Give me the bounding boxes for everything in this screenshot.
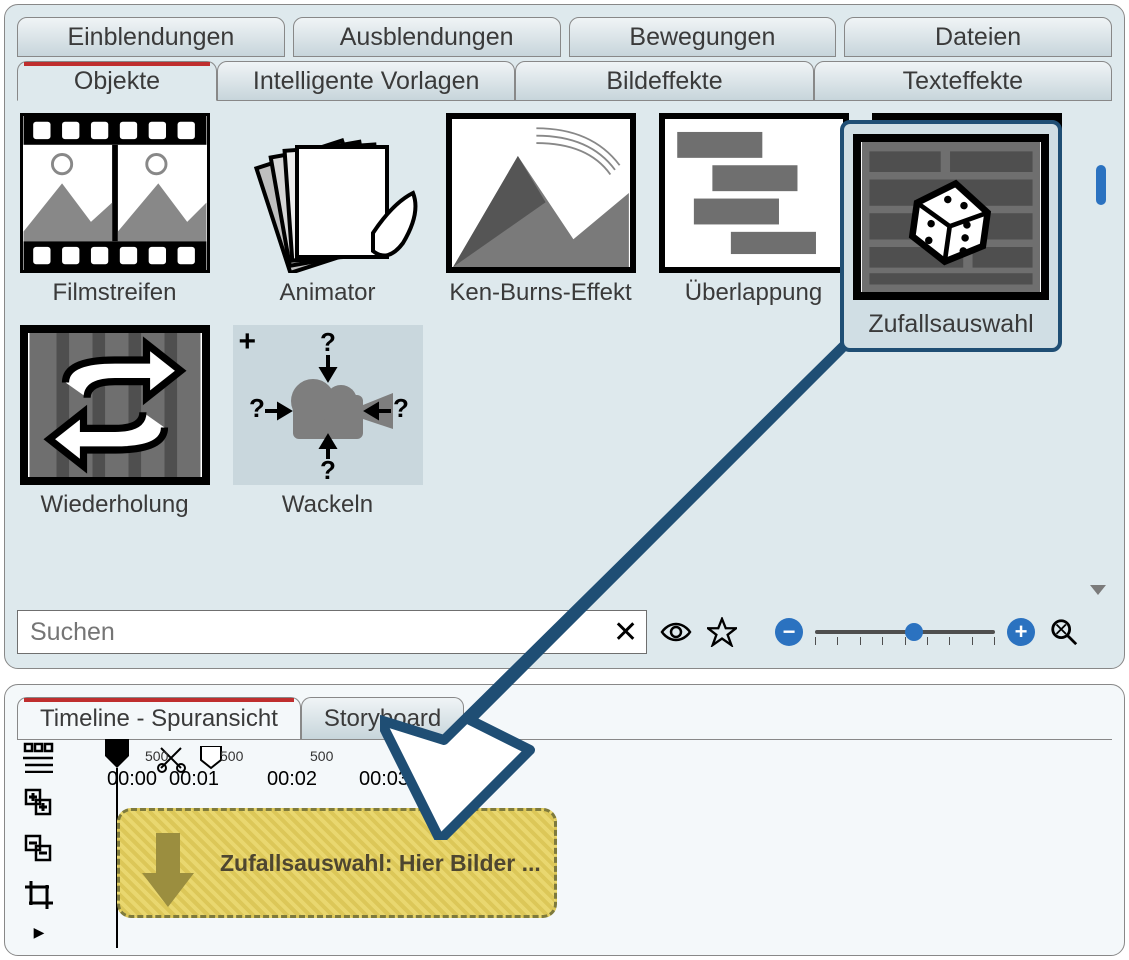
thumb-zufallsauswahl: [853, 134, 1049, 300]
timeline-ruler[interactable]: 500 500 500 00:00 00:01 00:02 00:03: [75, 740, 1112, 792]
tab-label: Bildeffekte: [606, 67, 722, 96]
tab-label: Timeline - Spuransicht: [40, 705, 278, 733]
eye-icon[interactable]: [659, 615, 693, 649]
remove-group-icon[interactable]: [22, 832, 56, 866]
item-ueberlappung[interactable]: Überlappung: [656, 113, 851, 307]
tab-label: Dateien: [935, 23, 1021, 52]
timeline-panel: Timeline - Spuransicht Storyboard ▶ 500: [4, 684, 1125, 956]
tab-label: Einblendungen: [67, 23, 234, 52]
tab-ausblendungen[interactable]: Ausblendungen: [293, 17, 561, 57]
tab-einblendungen[interactable]: Einblendungen: [17, 17, 285, 57]
item-label: Zufallsauswahl: [868, 310, 1033, 339]
thumb-wackeln: + ????: [233, 325, 423, 485]
tab-storyboard[interactable]: Storyboard: [301, 697, 464, 739]
tab-label: Bewegungen: [629, 23, 775, 52]
svg-text:?: ?: [320, 327, 336, 357]
item-label: Ken-Burns-Effekt: [449, 279, 631, 307]
zoom-slider[interactable]: [815, 615, 995, 649]
search-input[interactable]: [17, 610, 647, 654]
add-group-icon[interactable]: [22, 786, 56, 820]
zoom-reset-icon[interactable]: [1047, 615, 1081, 649]
thumb-wiederholung: [20, 325, 210, 485]
tab-texteffekte[interactable]: Texteffekte: [814, 61, 1112, 101]
timeline-tools: ▶: [17, 740, 61, 941]
ruler-minor: 500: [220, 748, 243, 764]
tab-label: Texteffekte: [903, 67, 1023, 96]
search-bar: ✕ − +: [17, 610, 1112, 654]
svg-text:?: ?: [320, 455, 336, 485]
thumb-animator: [233, 113, 423, 273]
tab-objekte[interactable]: Objekte: [17, 61, 217, 101]
primary-tabs: Einblendungen Ausblendungen Bewegungen D…: [17, 17, 1112, 57]
arrow-down-icon: [138, 829, 198, 909]
ruler-time: 00:02: [267, 768, 317, 791]
secondary-tabs: Objekte Intelligente Vorlagen Bildeffekt…: [17, 61, 1112, 101]
tab-label: Ausblendungen: [340, 23, 514, 52]
tab-label: Objekte: [74, 67, 160, 96]
ruler-time: 00:03: [359, 768, 409, 791]
tab-label: Storyboard: [324, 705, 441, 733]
item-wiederholung[interactable]: Wiederholung: [17, 325, 212, 519]
tab-dateien[interactable]: Dateien: [844, 17, 1112, 57]
item-label: Wackeln: [282, 491, 373, 519]
ruler-minor: 500: [310, 748, 333, 764]
item-animator[interactable]: Animator: [230, 113, 425, 307]
tab-bildeffekte[interactable]: Bildeffekte: [515, 61, 813, 101]
clip-label: Zufallsauswahl: Hier Bilder ...: [220, 850, 541, 877]
item-wackeln[interactable]: + ????: [230, 325, 425, 519]
tab-timeline[interactable]: Timeline - Spuransicht: [17, 697, 301, 739]
svg-text:?: ?: [393, 393, 409, 423]
ruler-time: 00:00: [107, 768, 157, 791]
timeline-clip-zufallsauswahl[interactable]: Zufallsauswahl: Hier Bilder ...: [117, 808, 557, 918]
item-ken-burns[interactable]: Ken-Burns-Effekt: [443, 113, 638, 307]
crop-icon[interactable]: [22, 878, 56, 912]
tracks-icon[interactable]: [22, 740, 56, 774]
ruler-minor: 500: [145, 748, 168, 764]
tab-bewegungen[interactable]: Bewegungen: [569, 17, 837, 57]
thumb-filmstreifen: [20, 113, 210, 273]
item-label: Überlappung: [685, 279, 822, 307]
zoom-out-button[interactable]: −: [775, 618, 803, 646]
zoom-in-button[interactable]: +: [1007, 618, 1035, 646]
item-label: Wiederholung: [40, 491, 188, 519]
ruler-time: 00:01: [169, 768, 219, 791]
svg-text:?: ?: [249, 393, 265, 423]
thumb-ueberlappung: [659, 113, 849, 273]
item-label: Filmstreifen: [52, 279, 176, 307]
grid-scrollbar[interactable]: [1096, 125, 1106, 595]
timeline-tabs: Timeline - Spuransicht Storyboard: [17, 697, 1112, 740]
chevron-down-icon[interactable]: [1090, 585, 1106, 595]
scrollbar-thumb-icon[interactable]: [1096, 165, 1106, 205]
expand-icon[interactable]: ▶: [34, 924, 45, 941]
thumb-ken-burns: [446, 113, 636, 273]
item-filmstreifen[interactable]: Filmstreifen: [17, 113, 212, 307]
tab-label: Intelligente Vorlagen: [253, 67, 480, 96]
star-icon[interactable]: [705, 615, 739, 649]
tab-intelligente-vorlagen[interactable]: Intelligente Vorlagen: [217, 61, 515, 101]
item-label: Animator: [279, 279, 375, 307]
item-zufallsauswahl-dragged[interactable]: −: [840, 120, 1062, 352]
